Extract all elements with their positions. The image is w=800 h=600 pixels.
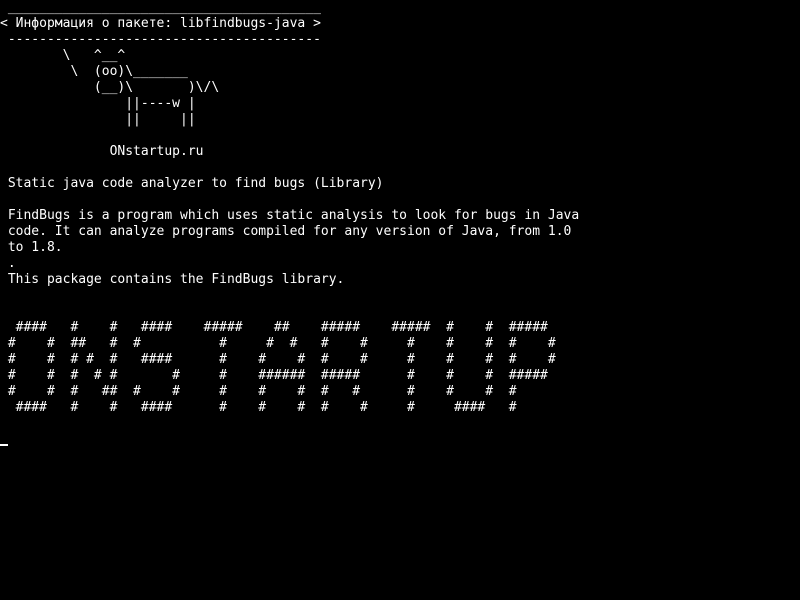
site-label: ONstartup.ru bbox=[0, 144, 204, 159]
text-cursor bbox=[0, 444, 8, 446]
package-description-1: FindBugs is a program which uses static … bbox=[0, 208, 580, 223]
banner-title: < Информация о пакете: libfindbugs-java … bbox=[0, 16, 321, 31]
cow-ascii-line-2: \ (oo)\_______ bbox=[0, 64, 188, 79]
cow-ascii-line-5: || || bbox=[0, 112, 196, 127]
terminal-screen[interactable]: ________________________________________… bbox=[0, 0, 800, 600]
cow-ascii-line-3: (__)\ )\/\ bbox=[0, 80, 220, 95]
ascii-banner-line-4: # # # # # # # ###### ##### # # # ##### bbox=[0, 368, 548, 383]
ascii-banner-line-2: # # ## # # # # # # # # # # # # bbox=[0, 336, 556, 351]
ascii-banner-line-6: #### # # #### # # # # # # #### # bbox=[0, 400, 517, 415]
ascii-banner-line-1: #### # # #### ##### ## ##### ##### # # #… bbox=[0, 320, 548, 335]
ascii-banner-line-3: # # # # # #### # # # # # # # # # # bbox=[0, 352, 556, 367]
package-description-4: This package contains the FindBugs libra… bbox=[0, 272, 345, 287]
ascii-banner-line-5: # # # ## # # # # # # # # # # # bbox=[0, 384, 517, 399]
cow-ascii-line-4: ||----w | bbox=[0, 96, 196, 111]
banner-bottom-border: ---------------------------------------- bbox=[0, 32, 321, 47]
package-description-2: code. It can analyze programs compiled f… bbox=[0, 224, 572, 239]
package-description-dot: . bbox=[0, 256, 16, 271]
package-summary: Static java code analyzer to find bugs (… bbox=[0, 176, 384, 191]
cow-ascii-line-1: \ ^__^ bbox=[0, 48, 126, 63]
banner-top-border: ________________________________________ bbox=[0, 0, 321, 15]
package-description-3: to 1.8. bbox=[0, 240, 63, 255]
